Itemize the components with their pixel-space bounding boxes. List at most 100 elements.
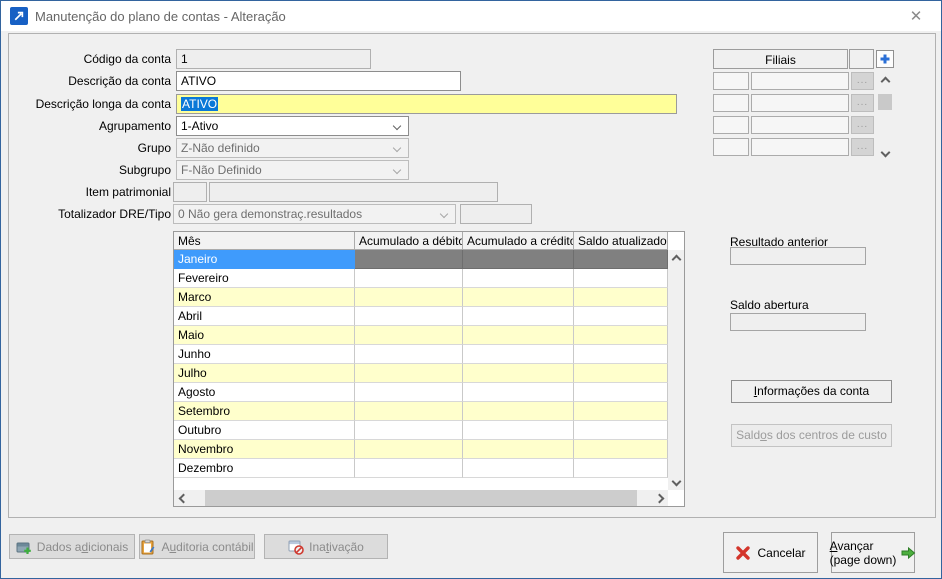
filial-name-field[interactable]	[751, 72, 849, 90]
saldo-cell[interactable]	[574, 326, 668, 345]
scroll-up-icon[interactable]	[668, 250, 684, 266]
saldo-cell[interactable]	[574, 288, 668, 307]
debito-cell[interactable]	[355, 326, 463, 345]
table-row[interactable]: Dezembro	[174, 459, 668, 478]
month-cell[interactable]: Outubro	[174, 421, 355, 440]
month-cell[interactable]: Maio	[174, 326, 355, 345]
month-cell[interactable]: Dezembro	[174, 459, 355, 478]
table-row[interactable]: Maio	[174, 326, 668, 345]
months-grid-header: Mês Acumulado a débito Acumulado a crédi…	[174, 232, 668, 250]
credito-cell[interactable]	[463, 421, 574, 440]
saldo-cell[interactable]	[574, 364, 668, 383]
agrupamento-select[interactable]: 1-Ativo	[176, 116, 409, 136]
month-cell[interactable]: Novembro	[174, 440, 355, 459]
filial-code-field[interactable]	[713, 116, 749, 134]
header-saldo-atualizado[interactable]: Saldo atualizado	[574, 232, 668, 250]
informacoes-da-conta-button[interactable]: Informações da conta	[731, 380, 892, 403]
horizontal-scrollbar[interactable]	[174, 490, 668, 506]
month-cell[interactable]: Janeiro	[174, 250, 355, 269]
close-icon[interactable]: ✕	[904, 6, 928, 27]
credito-cell[interactable]	[463, 383, 574, 402]
table-row[interactable]: Novembro	[174, 440, 668, 459]
add-filial-button[interactable]	[876, 50, 894, 68]
scrollbar-thumb[interactable]	[878, 94, 892, 110]
table-row[interactable]: Marco	[174, 288, 668, 307]
month-cell[interactable]: Fevereiro	[174, 269, 355, 288]
month-cell[interactable]: Abril	[174, 307, 355, 326]
filial-name-field[interactable]	[751, 138, 849, 156]
filial-lookup-button: ...	[851, 72, 874, 90]
table-row[interactable]: Outubro	[174, 421, 668, 440]
database-add-icon	[16, 539, 32, 555]
month-cell[interactable]: Junho	[174, 345, 355, 364]
vertical-scrollbar[interactable]	[668, 250, 684, 490]
saldo-cell[interactable]	[574, 250, 668, 269]
advance-button[interactable]: Avançar(page down)	[831, 532, 915, 573]
filial-name-field[interactable]	[751, 94, 849, 112]
saldo-cell[interactable]	[574, 421, 668, 440]
debito-cell[interactable]	[355, 288, 463, 307]
scroll-down-icon[interactable]	[877, 140, 893, 156]
dialog-window: Manutenção do plano de contas - Alteraçã…	[0, 0, 942, 579]
credito-cell[interactable]	[463, 345, 574, 364]
filial-code-field[interactable]	[713, 94, 749, 112]
window-block-icon	[288, 539, 304, 555]
header-acumulado-credito[interactable]: Acumulado a crédito	[463, 232, 574, 250]
saldo-cell[interactable]	[574, 402, 668, 421]
saldo-cell[interactable]	[574, 345, 668, 364]
debito-cell[interactable]	[355, 459, 463, 478]
header-acumulado-debito[interactable]: Acumulado a débito	[355, 232, 463, 250]
scroll-left-icon[interactable]	[174, 490, 190, 506]
scroll-up-icon[interactable]	[877, 72, 893, 88]
descricao-longa-field[interactable]: ATIVO	[176, 94, 677, 114]
filiais-scrollbar[interactable]	[877, 72, 893, 156]
month-cell[interactable]: Julho	[174, 364, 355, 383]
item-patrimonial-name-field	[209, 182, 498, 202]
table-row[interactable]: Fevereiro	[174, 269, 668, 288]
debito-cell[interactable]	[355, 402, 463, 421]
filial-code-field[interactable]	[713, 138, 749, 156]
saldo-cell[interactable]	[574, 440, 668, 459]
month-cell[interactable]: Setembro	[174, 402, 355, 421]
saldo-cell[interactable]	[574, 307, 668, 326]
month-cell[interactable]: Agosto	[174, 383, 355, 402]
credito-cell[interactable]	[463, 288, 574, 307]
table-row[interactable]: Agosto	[174, 383, 668, 402]
header-mes[interactable]: Mês	[174, 232, 355, 250]
credito-cell[interactable]	[463, 364, 574, 383]
scroll-down-icon[interactable]	[668, 474, 684, 490]
saldo-cell[interactable]	[574, 459, 668, 478]
credito-cell[interactable]	[463, 326, 574, 345]
saldo-cell[interactable]	[574, 269, 668, 288]
month-cell[interactable]: Marco	[174, 288, 355, 307]
filiais-header[interactable]: Filiais	[713, 49, 848, 69]
table-row[interactable]: Abril	[174, 307, 668, 326]
credito-cell[interactable]	[463, 402, 574, 421]
debito-cell[interactable]	[355, 364, 463, 383]
credito-cell[interactable]	[463, 440, 574, 459]
filial-row: ...	[713, 138, 875, 156]
debito-cell[interactable]	[355, 421, 463, 440]
scrollbar-thumb[interactable]	[205, 490, 637, 506]
selected-text: ATIVO	[181, 97, 218, 111]
saldo-cell[interactable]	[574, 383, 668, 402]
debito-cell[interactable]	[355, 345, 463, 364]
debito-cell[interactable]	[355, 307, 463, 326]
credito-cell[interactable]	[463, 250, 574, 269]
filial-code-field[interactable]	[713, 72, 749, 90]
cancel-button[interactable]: Cancelar	[723, 532, 818, 573]
table-row[interactable]: Setembro	[174, 402, 668, 421]
credito-cell[interactable]	[463, 307, 574, 326]
descricao-field[interactable]: ATIVO	[176, 71, 461, 91]
debito-cell[interactable]	[355, 383, 463, 402]
scroll-right-icon[interactable]	[652, 490, 668, 506]
credito-cell[interactable]	[463, 459, 574, 478]
debito-cell[interactable]	[355, 269, 463, 288]
table-row[interactable]: Junho	[174, 345, 668, 364]
debito-cell[interactable]	[355, 250, 463, 269]
table-row[interactable]: Julho	[174, 364, 668, 383]
table-row[interactable]: Janeiro	[174, 250, 668, 269]
credito-cell[interactable]	[463, 269, 574, 288]
debito-cell[interactable]	[355, 440, 463, 459]
filial-name-field[interactable]	[751, 116, 849, 134]
